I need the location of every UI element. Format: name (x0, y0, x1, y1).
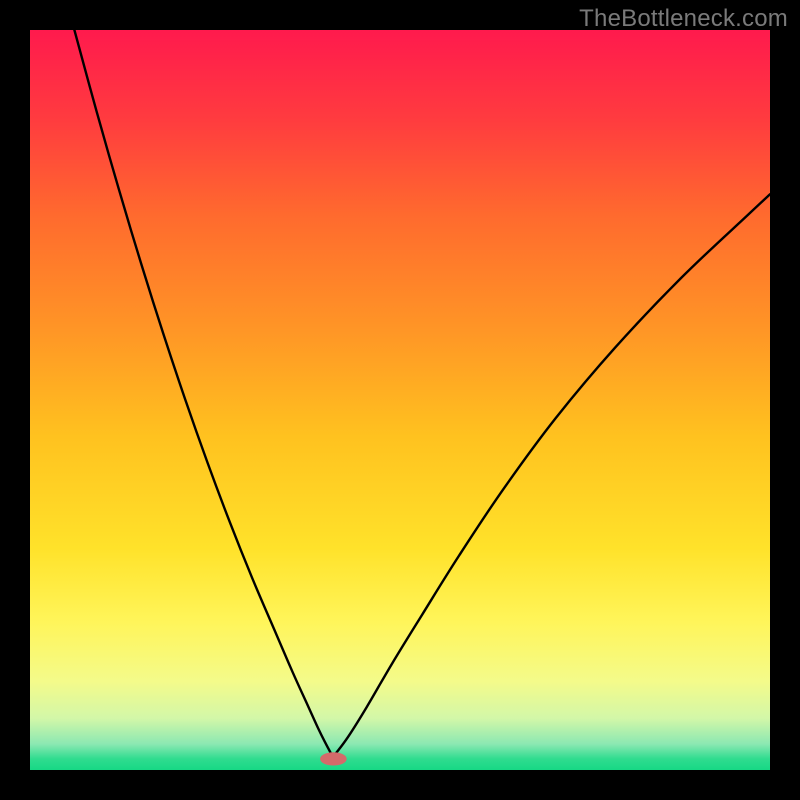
chart-svg (30, 30, 770, 770)
gradient-background (30, 30, 770, 770)
chart-frame: TheBottleneck.com (0, 0, 800, 800)
minimum-marker (320, 752, 347, 765)
plot-area (30, 30, 770, 770)
watermark-text: TheBottleneck.com (579, 5, 788, 33)
